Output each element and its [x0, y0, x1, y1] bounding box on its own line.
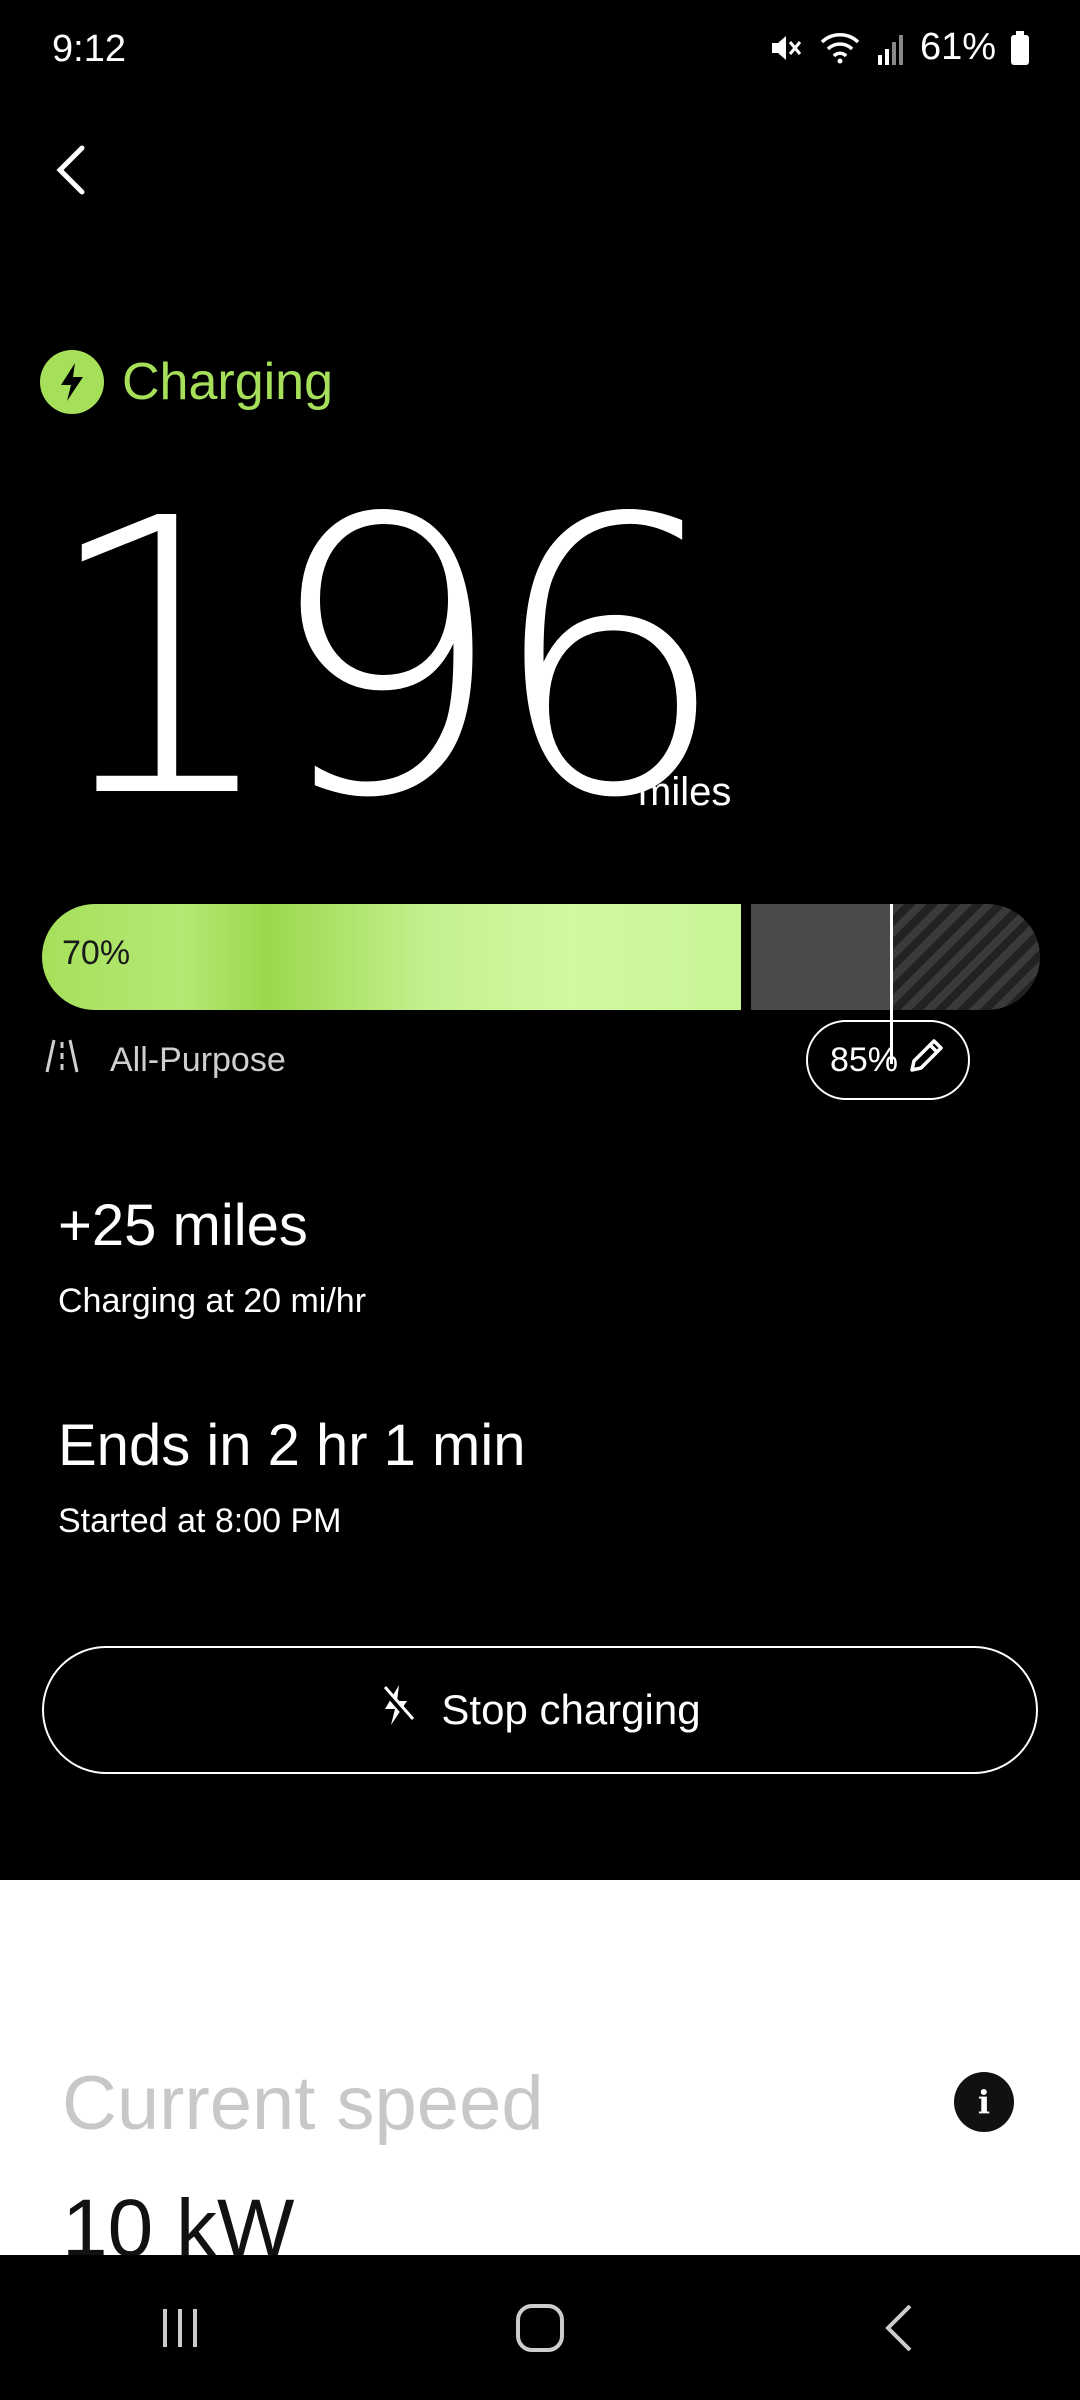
range-value: 196	[40, 438, 729, 881]
added-miles: +25 miles	[58, 1193, 308, 1258]
charging-status: Charging	[40, 350, 333, 414]
wifi-icon	[818, 30, 862, 66]
bolt-icon	[40, 350, 104, 414]
stop-charging-label: Stop charging	[441, 1686, 701, 1733]
home-icon	[516, 2303, 564, 2352]
current-speed-value: 10 kW	[62, 2183, 295, 2255]
battery-icon	[1010, 30, 1030, 65]
battery-fill: 70%	[42, 904, 741, 1010]
recents-button[interactable]	[100, 2278, 260, 2378]
home-button[interactable]	[460, 2278, 620, 2378]
charge-limit-label: 85%	[829, 1040, 899, 1079]
target-charge-segment	[750, 904, 891, 1010]
charging-label: Charging	[122, 353, 334, 411]
status-time: 9:12	[52, 28, 126, 70]
stop-charge-icon	[379, 1683, 415, 1737]
mute-icon	[768, 30, 804, 66]
status-icons: 61%	[768, 26, 1030, 69]
pencil-icon	[906, 1036, 946, 1085]
battery-percent-label: 70%	[62, 934, 131, 972]
unavailable-segment	[893, 904, 1040, 1010]
nav-back-button[interactable]	[820, 2278, 980, 2378]
current-speed-card: Current speed i 10 kW	[0, 1880, 1080, 2255]
info-icon[interactable]: i	[954, 2072, 1014, 2132]
signal-icon	[876, 31, 906, 65]
recents-icon	[163, 2308, 197, 2347]
current-speed-title: Current speed	[62, 2061, 544, 2146]
battery-percent: 61%	[919, 26, 996, 68]
back-icon	[885, 2304, 912, 2351]
started-time: Started at 8:00 PM	[58, 1502, 342, 1540]
range-unit: miles	[638, 770, 732, 814]
charging-rate: Charging at 20 mi/hr	[58, 1282, 367, 1320]
charge-limit-button[interactable]: 85%	[806, 1020, 970, 1100]
ends-time: Ends in 2 hr 1 min	[58, 1413, 526, 1478]
charge-mode-label: All-Purpose	[110, 1041, 286, 1079]
chevron-left-icon	[56, 145, 85, 195]
system-nav-bar	[0, 2255, 1080, 2400]
battery-bar: 70%	[42, 904, 1040, 1064]
back-button[interactable]	[30, 130, 110, 210]
charge-mode[interactable]: All-Purpose	[44, 1038, 286, 1083]
stop-charging-button[interactable]: Stop charging	[42, 1646, 1038, 1774]
road-icon	[44, 1038, 80, 1083]
